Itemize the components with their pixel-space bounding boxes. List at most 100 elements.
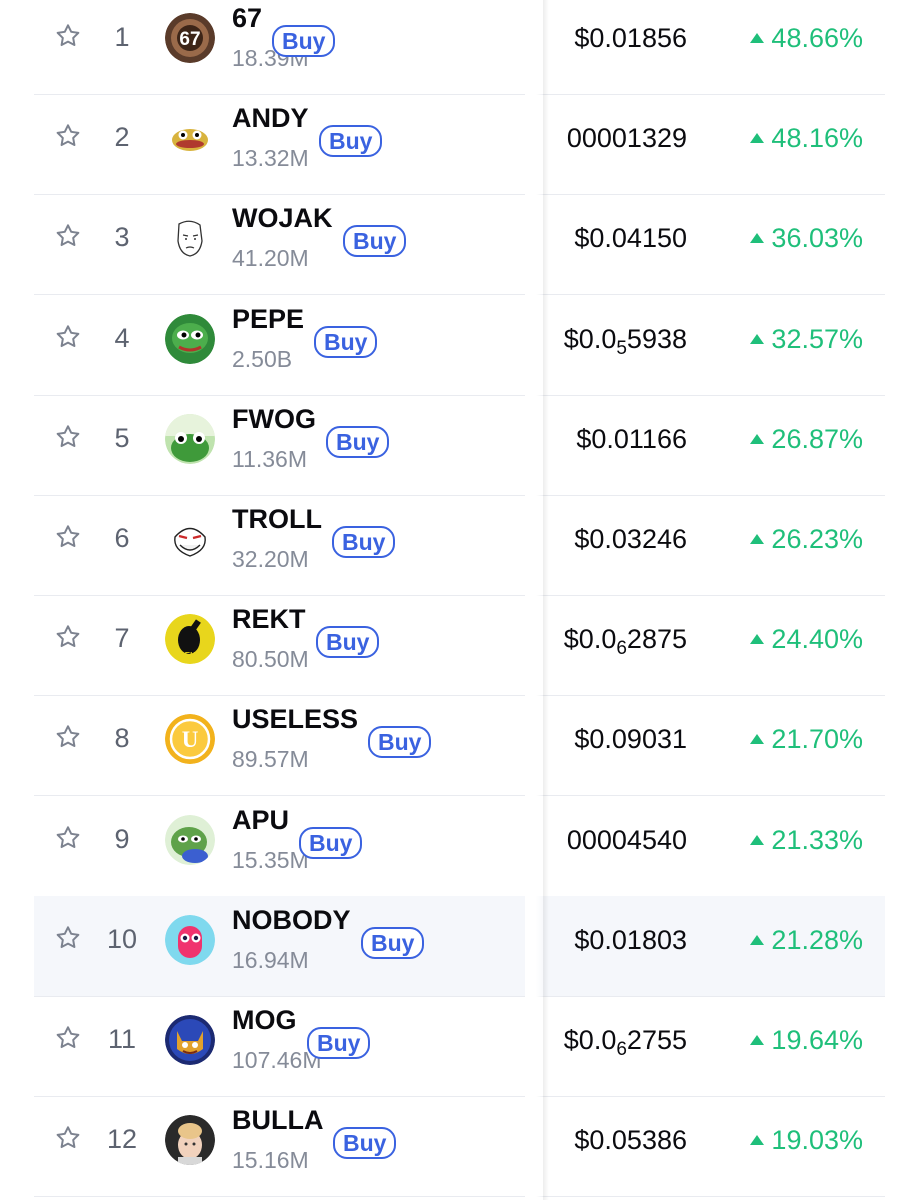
buy-button[interactable]: Buy — [272, 25, 336, 57]
price-change-value: 21.33% — [771, 824, 863, 855]
table-row[interactable]: 2 ANDY 13.32M Buy 00001329 48.16% — [34, 94, 885, 196]
price-change: 26.87% — [750, 424, 863, 455]
price-digits: 2875 — [626, 624, 687, 655]
token-price: 00001329 — [566, 123, 687, 154]
favorite-star-icon[interactable] — [54, 623, 82, 651]
rank-number: 6 — [114, 523, 130, 553]
table-row[interactable]: 4 PEPE 2.50B Buy $0.055938 32.57% — [34, 295, 885, 396]
token-name[interactable]: BULLA — [232, 1105, 323, 1136]
buy-button[interactable]: Buy — [326, 425, 390, 458]
buy-button[interactable]: Buy — [319, 125, 383, 158]
buy-button[interactable]: Buy — [307, 1027, 371, 1059]
price-prefix: $0.0 — [563, 624, 617, 655]
rank-number: 1 — [114, 22, 130, 52]
token-name[interactable]: ANDY — [232, 103, 309, 134]
table-row[interactable]: 8 U USELESS 89.57M Buy $0.09031 21.70% — [34, 695, 885, 797]
buy-button[interactable]: Buy — [343, 225, 407, 258]
token-price: $0.01803 — [574, 924, 687, 955]
favorite-star-icon[interactable] — [54, 222, 82, 250]
market-cap: 11.36M — [232, 445, 308, 472]
price-change: 48.16% — [750, 123, 863, 154]
avatar-bulla-icon — [165, 1115, 215, 1166]
buy-button[interactable]: Buy — [314, 325, 378, 358]
favorite-star-icon[interactable] — [54, 122, 82, 150]
token-name[interactable]: PEPE — [232, 304, 304, 335]
price-change-value: 19.03% — [771, 1125, 863, 1156]
price-change-value: 48.66% — [771, 23, 863, 53]
market-cap: 15.35M — [232, 846, 309, 873]
favorite-star-icon[interactable] — [54, 1124, 82, 1152]
buy-button[interactable]: Buy — [361, 926, 425, 959]
buy-button[interactable]: Buy — [332, 526, 396, 558]
market-cap: 13.32M — [232, 145, 309, 172]
avatar-useless-label: U — [182, 727, 199, 752]
table-row[interactable]: 3 WOJAK 41.20M Buy $0.04150 36.03% — [34, 194, 885, 296]
price-digits: 2755 — [626, 1025, 687, 1055]
buy-button[interactable]: Buy — [333, 1127, 397, 1160]
token-price: $0.04150 — [574, 223, 687, 254]
favorite-star-icon[interactable] — [54, 523, 82, 551]
table-row[interactable]: 7 REKT REKT 80.50M Buy $0.062875 24.40% — [34, 595, 885, 697]
avatar-nobody-icon — [165, 914, 215, 965]
favorite-star-icon[interactable] — [54, 423, 82, 451]
market-cap: 80.50M — [232, 646, 309, 673]
table-row[interactable]: 6 TROLL 32.20M Buy $0.03246 26.23% — [34, 495, 885, 596]
price-change: 24.40% — [750, 624, 863, 655]
market-cap: 15.16M — [232, 1147, 309, 1174]
avatar-rekt-icon: REKT — [165, 614, 215, 665]
favorite-star-icon[interactable] — [54, 824, 82, 852]
token-name[interactable]: WOJAK — [232, 203, 333, 234]
table-row[interactable]: 10 NOBODY 16.94M Buy $0.01803 21.28% — [34, 895, 885, 997]
token-price: $0.062755 — [564, 1025, 687, 1061]
token-name[interactable]: MOG — [232, 1005, 297, 1036]
token-name[interactable]: TROLL — [232, 504, 322, 535]
price-change-value: 48.16% — [771, 123, 863, 154]
token-name[interactable]: NOBODY — [232, 905, 351, 936]
token-price: $0.09031 — [574, 724, 687, 755]
buy-button[interactable]: Buy — [299, 826, 363, 859]
favorite-star-icon[interactable] — [54, 723, 82, 751]
favorite-star-icon[interactable] — [54, 924, 82, 952]
table-row[interactable]: 11 MOG 107.46M Buy $0.062755 19.64% — [34, 996, 885, 1097]
avatar-mog-icon — [165, 1015, 215, 1065]
rank-number: 8 — [114, 723, 130, 754]
favorite-star-icon[interactable] — [54, 323, 82, 351]
price-change: 32.57% — [750, 324, 863, 355]
market-cap: 2.50B — [232, 345, 293, 372]
up-arrow-icon — [750, 534, 765, 544]
up-arrow-icon — [750, 333, 765, 344]
avatar-apu-icon — [165, 814, 215, 865]
token-price: 00004540 — [566, 824, 687, 855]
price-zero-count: 6 — [616, 1039, 627, 1060]
up-arrow-icon — [750, 1035, 765, 1045]
table-row[interactable]: 9 APU 15.35M Buy 00004540 21.33% — [34, 796, 885, 897]
buy-button[interactable]: Buy — [368, 726, 432, 759]
up-arrow-icon — [750, 834, 765, 845]
avatar-67-label: 67 — [179, 29, 200, 50]
price-change: 36.03% — [750, 223, 863, 254]
price-change-value: 21.70% — [771, 724, 863, 755]
price-change-value: 26.87% — [771, 423, 863, 454]
favorite-star-icon[interactable] — [54, 1024, 82, 1052]
token-name[interactable]: 67 — [232, 3, 262, 34]
frozen-column-shadow — [543, 0, 549, 1200]
rank-number: 9 — [114, 823, 130, 854]
price-zero-count: 6 — [616, 638, 627, 660]
up-arrow-icon — [750, 634, 765, 645]
token-name[interactable]: REKT — [232, 604, 306, 635]
up-arrow-icon — [750, 934, 765, 945]
favorite-star-icon[interactable] — [54, 22, 82, 50]
table-row[interactable]: 12 BULLA 15.16M Buy $0.05386 19.03% — [34, 1096, 885, 1198]
table-row[interactable]: 1 67 67 18.39M Buy $0.01856 48.66% — [34, 0, 885, 95]
price-change: 21.28% — [750, 925, 863, 956]
token-name[interactable]: APU — [232, 805, 289, 836]
buy-button[interactable]: Buy — [316, 626, 380, 659]
token-name[interactable]: USELESS — [232, 704, 358, 735]
rank-number: 5 — [114, 422, 130, 453]
market-cap: 89.57M — [232, 746, 309, 773]
table-row[interactable]: 5 FWOG 11.36M Buy $0.01166 26.87% — [34, 395, 885, 496]
token-name[interactable]: FWOG — [232, 404, 316, 435]
price-change: 48.66% — [750, 23, 863, 54]
token-price: $0.055938 — [564, 324, 687, 360]
up-arrow-icon — [750, 33, 765, 43]
